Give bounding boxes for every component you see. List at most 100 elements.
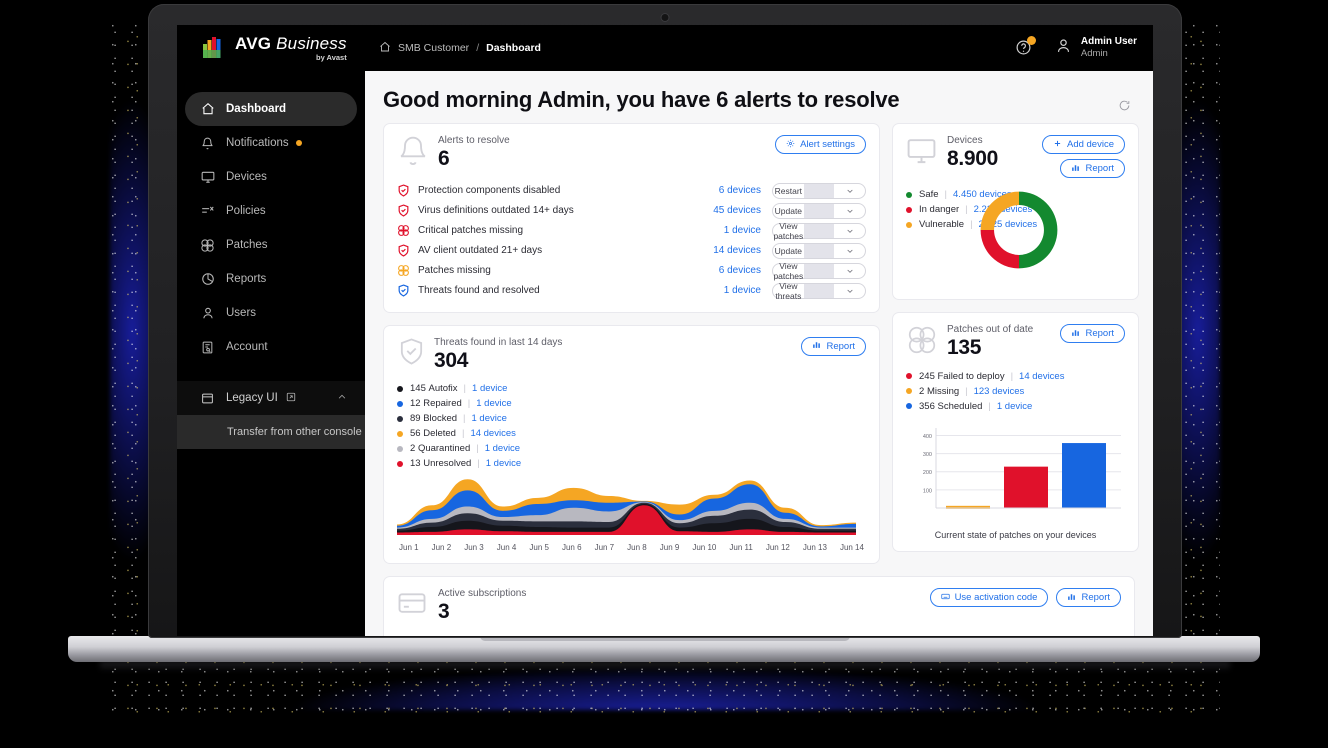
patches-report-button[interactable]: Report [1060, 324, 1125, 343]
threats-legend: 145 Autofix|1 device 12 Repaired|1 devic… [397, 381, 866, 471]
legend-value[interactable]: 123 devices [974, 386, 1025, 397]
sidebar-item-transfer-console[interactable]: Transfer from other console [177, 415, 365, 449]
alert-action-select[interactable]: View patches [772, 223, 866, 239]
alert-action-select[interactable]: View threats [772, 283, 866, 299]
x-tick-label: Jun 3 [464, 543, 484, 552]
sidebar-item-legacy-ui[interactable]: Legacy UI [177, 381, 365, 415]
sidebar-item-users[interactable]: Users [185, 296, 357, 330]
alert-action-label: Restart [773, 186, 804, 196]
alert-row[interactable]: AV client outdated 21+ days 14 devices U… [397, 241, 866, 261]
x-tick-label: Jun 2 [432, 543, 452, 552]
patches-legend: 245 Failed to deploy|14 devices 2 Missin… [906, 369, 1125, 414]
legend-count: 89 [410, 413, 421, 424]
devices-report-button[interactable]: Report [1060, 159, 1125, 178]
breadcrumb: SMB Customer / Dashboard [379, 41, 541, 56]
refresh-icon[interactable] [1118, 99, 1131, 117]
legend-label: Unresolved [423, 458, 471, 469]
use-activation-code-label: Use activation code [955, 592, 1038, 603]
alert-action-select[interactable]: Restart [772, 183, 866, 199]
patches-orange-icon [397, 264, 410, 277]
legend-label: Safe [919, 189, 939, 200]
legend-value[interactable]: 14 devices [1019, 371, 1064, 382]
chevron-up-icon[interactable] [337, 392, 347, 405]
legend-value[interactable]: 1 device [997, 401, 1032, 412]
alert-device-count[interactable]: 14 devices [713, 245, 761, 256]
devices-donut-svg [971, 182, 1067, 278]
brand-logo-area[interactable]: AVG Business by Avast [177, 25, 365, 71]
alert-action-label: Update [773, 246, 804, 256]
sidebar-item-devices[interactable]: Devices [185, 160, 357, 194]
alerts-card: Alerts to resolve 6 [383, 123, 880, 313]
add-device-button[interactable]: Add device [1042, 135, 1125, 154]
alert-device-count[interactable]: 45 devices [713, 205, 761, 216]
alert-device-count[interactable]: 1 device [724, 285, 761, 296]
breadcrumb-parent[interactable]: SMB Customer [398, 42, 469, 54]
sidebar-item-dashboard[interactable]: Dashboard [185, 92, 357, 126]
alert-row[interactable]: Virus definitions outdated 14+ days 45 d… [397, 201, 866, 221]
alert-row[interactable]: Patches missing 6 devices View patches [397, 261, 866, 281]
legend-value[interactable]: 1 device [472, 413, 507, 424]
patches-icon [200, 238, 215, 253]
legend-value[interactable]: 1 device [486, 458, 521, 469]
alert-settings-label: Alert settings [800, 139, 855, 150]
subscriptions-card-header: Active subscriptions 3 Use activation co… [397, 588, 1121, 624]
webcam-icon [662, 14, 669, 21]
legend-label: Failed to deploy [938, 371, 1005, 382]
sidebar-item-label: Policies [226, 205, 266, 217]
threats-report-button[interactable]: Report [801, 337, 866, 356]
bell-icon [200, 136, 215, 151]
alert-action-select[interactable]: View patches [772, 263, 866, 279]
chevron-down-icon [834, 247, 865, 255]
help-icon[interactable] [1015, 39, 1033, 57]
alert-device-count[interactable]: 6 devices [719, 185, 761, 196]
patches-bar-chart: 100200300400 Current state of patches on… [906, 424, 1125, 540]
alerts-list: Protection components disabled 6 devices… [397, 181, 866, 301]
home-icon[interactable] [379, 41, 391, 56]
threats-card-actions: Report [801, 337, 866, 356]
alert-row[interactable]: Critical patches missing 1 device View p… [397, 221, 866, 241]
sidebar-item-account[interactable]: Account [185, 330, 357, 364]
shield-check-blue-icon [397, 284, 410, 297]
sidebar-item-reports[interactable]: Reports [185, 262, 357, 296]
legend-value[interactable]: 1 device [485, 443, 520, 454]
sidebar-item-label: Account [226, 341, 268, 353]
sidebar-item-notifications[interactable]: Notifications [185, 126, 357, 160]
use-activation-code-button[interactable]: Use activation code [930, 588, 1049, 607]
alert-action-select[interactable]: Update [772, 203, 866, 219]
alert-row[interactable]: Threats found and resolved 1 device View… [397, 281, 866, 301]
alert-row[interactable]: Protection components disabled 6 devices… [397, 181, 866, 201]
legend-value[interactable]: 14 devices [470, 428, 515, 439]
topbar: SMB Customer / Dashboard [365, 25, 1153, 71]
devices-card-label: Devices [947, 135, 998, 147]
patches-chart-caption: Current state of patches on your devices [906, 530, 1125, 540]
alert-settings-button[interactable]: Alert settings [775, 135, 866, 154]
avatar [1055, 37, 1072, 59]
chevron-down-icon [834, 187, 865, 195]
shield-check-red-icon [397, 204, 410, 217]
dashboard-content: Good morning Admin, you have 6 alerts to… [365, 71, 1153, 636]
transfer-console-label: Transfer from other console [227, 426, 362, 438]
bar-chart-icon [1071, 328, 1080, 340]
alert-name: Patches missing [418, 265, 719, 276]
x-tick-label: Jun 5 [529, 543, 549, 552]
legend-value[interactable]: 1 device [472, 383, 507, 394]
user-menu[interactable]: Admin User Admin [1055, 36, 1137, 60]
subscriptions-report-button[interactable]: Report [1056, 588, 1121, 607]
patches-icon [906, 324, 938, 356]
gear-icon [786, 139, 795, 151]
legend-item: 356 Scheduled|1 device [906, 399, 1125, 414]
breadcrumb-current: Dashboard [486, 42, 541, 54]
threats-area-svg [397, 477, 856, 535]
chevron-down-icon [834, 227, 865, 235]
x-tick-label: Jun 6 [562, 543, 582, 552]
devices-card-actions: Add device Report [1042, 135, 1125, 178]
sidebar-item-policies[interactable]: Policies [185, 194, 357, 228]
legend-value[interactable]: 1 device [476, 398, 511, 409]
legend-label: Blocked [423, 413, 457, 424]
sidebar-item-patches[interactable]: Patches [185, 228, 357, 262]
alert-device-count[interactable]: 1 device [724, 225, 761, 236]
alert-action-select[interactable]: Update [772, 243, 866, 259]
legend-label: Vulnerable [919, 219, 964, 230]
app-window: AVG Business by Avast Dashboard [177, 25, 1153, 636]
alert-device-count[interactable]: 6 devices [719, 265, 761, 276]
